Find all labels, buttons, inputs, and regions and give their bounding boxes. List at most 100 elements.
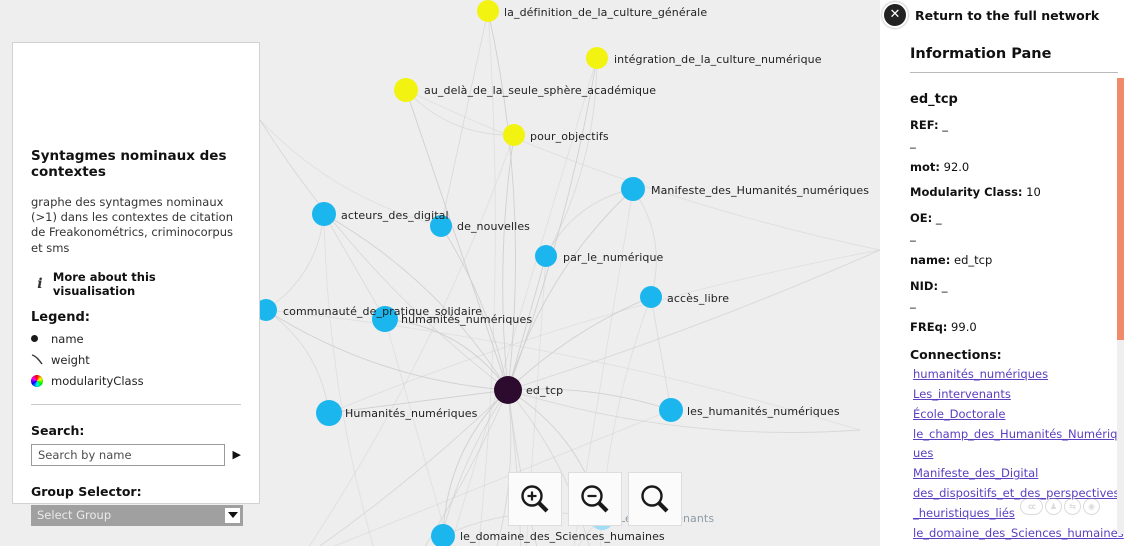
legend-label-modularity: modularityClass: [51, 373, 144, 388]
connection-item: Les_intervenants: [913, 383, 1124, 403]
attribute-key: name:: [910, 252, 951, 267]
connection-item: Manifeste_des_Digital: [913, 462, 1124, 482]
attribute-key: OE:: [910, 211, 933, 226]
attribute-key: FREq:: [910, 320, 948, 335]
attribute-value: 92.0: [939, 159, 970, 174]
return-to-full-network[interactable]: ✕ Return to the full network: [882, 2, 1099, 28]
zoom-reset-button[interactable]: [628, 472, 682, 526]
magnifier-plus-icon: [521, 485, 549, 513]
graph-edge: [507, 57, 598, 391]
attribute-value: _: [938, 118, 948, 132]
search-input[interactable]: [31, 443, 225, 466]
visualisation-info-panel: Syntagmes nominaux des contextes graphe …: [12, 42, 260, 526]
attribute-continuation: _: [910, 295, 916, 310]
graph-edge: [507, 296, 652, 391]
group-selector-dropdown[interactable]: Select Group: [31, 504, 243, 526]
graph-edge: [323, 213, 374, 546]
connection-item: humanités_numériques: [913, 363, 1124, 383]
cc-icon: cc: [1020, 498, 1043, 515]
graph-edge: [507, 188, 634, 391]
node-attribute: mot: 92.0: [910, 160, 1124, 175]
connection-item: École_Doctorale: [913, 403, 1124, 423]
node-attribute: FREq: 99.0: [910, 320, 1124, 335]
magnifier-icon: [641, 485, 669, 513]
graph-node[interactable]: [535, 245, 557, 267]
zoom-out-button[interactable]: [568, 472, 622, 526]
attribute-value: _: [932, 211, 942, 226]
graph-node[interactable]: [503, 124, 525, 146]
node-attribute: NID: _: [910, 279, 1124, 294]
graph-node[interactable]: [477, 0, 499, 22]
cc-by-icon: ♟: [1045, 498, 1062, 515]
node-attribute: Modularity Class: 10: [910, 185, 1124, 200]
connection-link[interactable]: École_Doctorale: [913, 407, 1005, 421]
attribute-key: mot:: [910, 159, 940, 174]
graph-edge: [384, 318, 509, 391]
graph-edge: [259, 119, 509, 391]
information-pane-scrollbar[interactable]: [1117, 78, 1124, 534]
graph-edge: [328, 249, 880, 414]
attribute-value: _: [938, 278, 948, 293]
info-icon: i: [37, 275, 43, 292]
graph-node[interactable]: [494, 376, 522, 404]
play-arrow-icon[interactable]: ▶: [233, 449, 241, 460]
graph-node[interactable]: [431, 524, 455, 546]
node-dot-icon: [31, 335, 51, 343]
graph-node[interactable]: [394, 78, 418, 102]
legend-label-weight: weight: [51, 352, 90, 367]
graph-node[interactable]: [659, 398, 683, 422]
graph-edge: [323, 213, 386, 320]
graph-edge: [405, 89, 515, 136]
attribute-continuation: _: [910, 134, 916, 149]
visualisation-title: Syntagmes nominaux des contextes: [31, 148, 227, 180]
connection-link[interactable]: le_champ_des_Humanités_Numériques: [913, 427, 1117, 461]
graph-edge: [440, 225, 509, 391]
graph-edge: [545, 57, 598, 257]
graph-edges: [259, 10, 880, 546]
graph-node[interactable]: [316, 400, 342, 426]
graph-edge: [259, 119, 442, 227]
information-pane-body: ed_tcp REF: _ _ mot: 92.0 Modularity Class:…: [910, 82, 1124, 546]
zoom-in-button[interactable]: [508, 472, 562, 526]
graph-node[interactable]: [372, 306, 398, 332]
attribute-key: NID:: [910, 278, 939, 293]
graph-edge: [478, 10, 496, 546]
zoom-controls: [508, 472, 688, 526]
connections-heading: Connections:: [910, 347, 1002, 363]
graph-edge: [545, 188, 634, 257]
connection-link[interactable]: le_domaine_des_Sciences_humaines: [913, 526, 1124, 540]
graph-edge: [405, 89, 880, 251]
attribute-key: Modularity Class:: [910, 185, 1023, 200]
connection-link[interactable]: humanités_numériques: [913, 367, 1048, 381]
more-about-link[interactable]: i More about this visualisation: [31, 270, 241, 298]
attribute-continuation: _: [910, 227, 916, 242]
connection-link[interactable]: Manifeste_des_Digital: [913, 466, 1038, 480]
scrollbar-thumb[interactable]: [1117, 78, 1124, 340]
graph-node[interactable]: [430, 215, 452, 237]
graph-edge: [650, 296, 672, 411]
connection-item: Le_manifeste: [913, 542, 1124, 546]
node-attribute: name: ed_tcp: [910, 253, 1124, 268]
panel-divider: [31, 403, 241, 405]
pane-divider: [910, 72, 1118, 73]
graph-node[interactable]: [586, 47, 608, 69]
information-pane-title: Information Pane: [910, 46, 1052, 62]
attribute-value: ed_tcp: [950, 252, 993, 267]
color-wheel-icon: [31, 374, 51, 387]
chevron-down-icon[interactable]: [225, 507, 240, 523]
graph-node[interactable]: [621, 177, 645, 201]
information-pane: ✕ Return to the full network Information…: [880, 0, 1138, 546]
graph-node[interactable]: [312, 202, 336, 226]
close-circle-icon[interactable]: ✕: [882, 2, 908, 28]
legend-heading: Legend:: [31, 309, 90, 325]
magnifier-minus-icon: [581, 485, 609, 513]
connections-list: humanités_numériques Les_intervenants Écol…: [910, 363, 1124, 546]
more-about-label: More about this visualisation: [52, 269, 156, 298]
graph-edge: [328, 389, 509, 414]
connection-link[interactable]: Les_intervenants: [913, 387, 1011, 401]
group-selector-value: Select Group: [37, 508, 112, 523]
graph-node[interactable]: [640, 286, 662, 308]
search-heading: Search:: [31, 422, 85, 438]
graph-edge: [507, 389, 861, 433]
node-attribute: OE: _: [910, 211, 1124, 226]
